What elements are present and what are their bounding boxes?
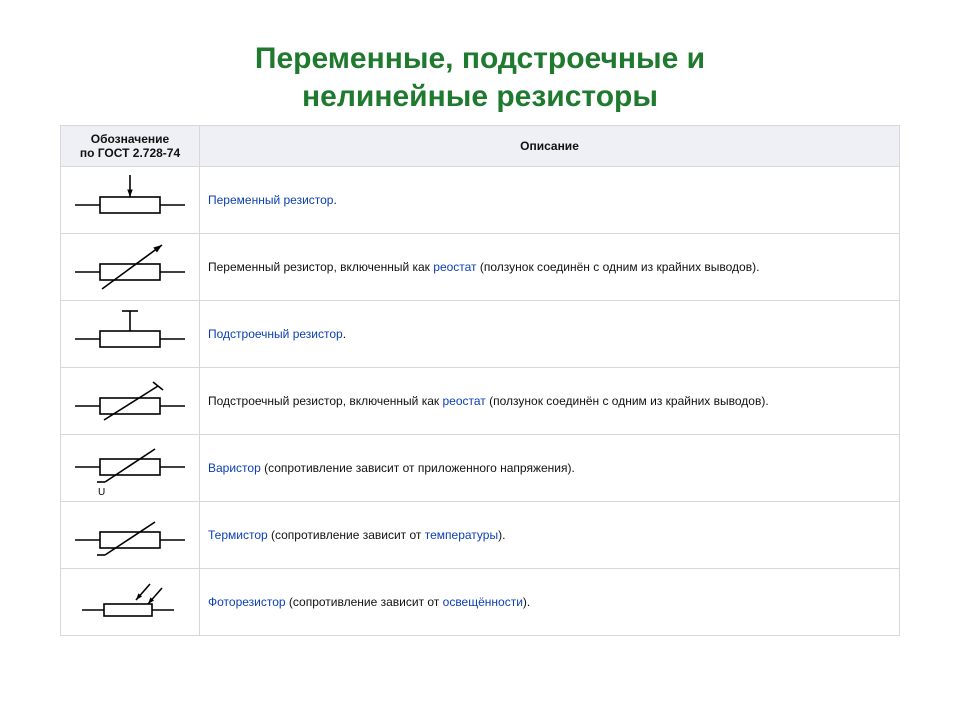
- description-text: (сопротивление зависит от: [268, 528, 425, 542]
- wiki-link[interactable]: Фоторезистор: [208, 595, 286, 609]
- table-row: U Варистор (сопротивление зависит от прил…: [61, 435, 900, 502]
- description-cell: Подстроечный резистор, включенный как ре…: [200, 368, 900, 435]
- wiki-link[interactable]: Подстроечный резистор: [208, 327, 343, 341]
- page-title: Переменные, подстроечные и нелинейные ре…: [60, 40, 900, 115]
- description-cell: Подстроечный резистор.: [200, 301, 900, 368]
- wiki-link[interactable]: реостат: [433, 260, 476, 274]
- table-row: Термистор (сопротивление зависит от темп…: [61, 502, 900, 569]
- symbol-cell-trimmer-resistor: [61, 301, 200, 368]
- description-text: .: [343, 327, 346, 341]
- wiki-link[interactable]: освещённости: [443, 595, 523, 609]
- description-text: ).: [523, 595, 530, 609]
- symbol-cell-trimmer-resistor-rheostat: [61, 368, 200, 435]
- varistor-icon: U: [70, 437, 190, 499]
- title-line-2: нелинейные резисторы: [302, 80, 658, 113]
- wiki-link[interactable]: реостат: [442, 394, 485, 408]
- description-text: (сопротивление зависит от: [286, 595, 443, 609]
- symbol-cell-varistor: U: [61, 435, 200, 502]
- wiki-link[interactable]: Термистор: [208, 528, 268, 542]
- trimmer-resistor-rheostat-icon: [70, 376, 190, 426]
- description-text: (ползунок соединён с одним из крайних вы…: [477, 260, 760, 274]
- wiki-link[interactable]: Переменный резистор: [208, 193, 333, 207]
- table-header-symbol: Обозначение по ГОСТ 2.728-74: [61, 126, 200, 167]
- photoresistor-icon: [70, 580, 190, 624]
- wiki-link[interactable]: температуры: [425, 528, 498, 542]
- description-text: Подстроечный резистор, включенный как: [208, 394, 442, 408]
- table-row: Фоторезистор (сопротивление зависит от о…: [61, 569, 900, 636]
- description-cell: Переменный резистор, включенный как реос…: [200, 234, 900, 301]
- symbol-cell-thermistor: [61, 502, 200, 569]
- description-text: .: [333, 193, 336, 207]
- symbol-cell-variable-resistor: [61, 167, 200, 234]
- table-row: Переменный резистор.: [61, 167, 900, 234]
- description-cell: Переменный резистор.: [200, 167, 900, 234]
- svg-text:U: U: [98, 487, 105, 498]
- trimmer-resistor-icon: [70, 304, 190, 364]
- table-header-description: Описание: [200, 126, 900, 167]
- description-text: ).: [498, 528, 505, 542]
- description-cell: Варистор (сопротивление зависит от прило…: [200, 435, 900, 502]
- variable-resistor-rheostat-icon: [70, 237, 190, 297]
- wiki-link[interactable]: Варистор: [208, 461, 261, 475]
- table-row: Подстроечный резистор.: [61, 301, 900, 368]
- symbol-cell-variable-resistor-rheostat: [61, 234, 200, 301]
- description-text: (сопротивление зависит от приложенного н…: [261, 461, 575, 475]
- description-cell: Термистор (сопротивление зависит от темп…: [200, 502, 900, 569]
- table-row: Подстроечный резистор, включенный как ре…: [61, 368, 900, 435]
- description-text: Переменный резистор, включенный как: [208, 260, 433, 274]
- resistor-symbols-table: Обозначение по ГОСТ 2.728-74 Описание Пе…: [60, 125, 900, 636]
- variable-resistor-icon: [70, 170, 190, 230]
- symbol-cell-photoresistor: [61, 569, 200, 636]
- table-row: Переменный резистор, включенный как реос…: [61, 234, 900, 301]
- description-cell: Фоторезистор (сопротивление зависит от о…: [200, 569, 900, 636]
- thermistor-icon: [70, 510, 190, 560]
- description-text: (ползунок соединён с одним из крайних вы…: [486, 394, 769, 408]
- title-line-1: Переменные, подстроечные и: [255, 42, 705, 75]
- page-container: Переменные, подстроечные и нелинейные ре…: [0, 0, 960, 636]
